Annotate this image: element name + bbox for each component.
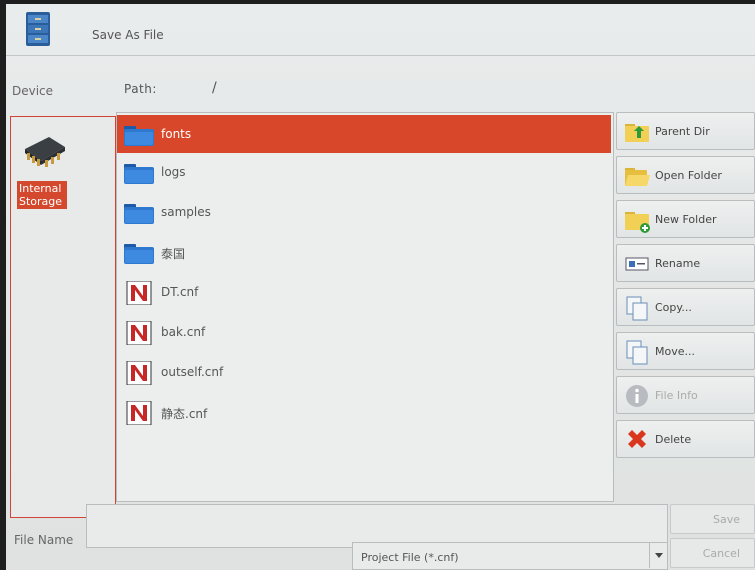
- file-row-dt-cnf[interactable]: DT.cnf: [117, 273, 611, 311]
- move-button[interactable]: Move...: [616, 332, 755, 370]
- new-folder-button[interactable]: New Folder: [616, 200, 755, 238]
- button-label: New Folder: [655, 213, 717, 226]
- cnf-file-icon: [126, 321, 152, 345]
- device-label: Device: [12, 84, 54, 98]
- file-type-select[interactable]: Project File (*.cnf): [352, 542, 668, 570]
- device-panel: Internal Storage: [10, 116, 116, 518]
- move-icon: [626, 340, 648, 365]
- open-folder-button[interactable]: Open Folder: [616, 156, 755, 194]
- path-value: /: [212, 80, 217, 96]
- folder-icon: [124, 244, 154, 264]
- dialog-title: Save As File: [92, 28, 164, 42]
- copy-icon: [626, 296, 648, 321]
- rename-icon: [625, 257, 649, 271]
- file-name: outself.cnf: [161, 365, 224, 379]
- file-row-outself-cnf[interactable]: outself.cnf: [117, 353, 611, 391]
- file-row-static-cnf[interactable]: 静态.cnf: [117, 393, 611, 431]
- file-row-fonts[interactable]: fonts: [117, 115, 611, 153]
- folder-icon: [124, 126, 154, 146]
- parent-dir-button[interactable]: Parent Dir: [616, 112, 755, 150]
- path-label: Path:: [124, 82, 157, 96]
- cnf-file-icon: [126, 401, 152, 425]
- button-label: Delete: [655, 433, 692, 446]
- copy-button[interactable]: Copy...: [616, 288, 755, 326]
- button-label: Parent Dir: [655, 125, 710, 138]
- device-item-label: Internal Storage: [17, 181, 67, 209]
- folder-icon: [124, 164, 154, 184]
- cabinet-icon: [26, 12, 50, 46]
- cnf-file-icon: [126, 281, 152, 305]
- file-name: logs: [161, 165, 186, 179]
- folder-icon: [124, 204, 154, 224]
- cancel-label: Cancel: [702, 547, 740, 560]
- file-row-samples[interactable]: samples: [117, 193, 611, 231]
- file-row-logs[interactable]: logs: [117, 153, 611, 191]
- delete-button[interactable]: Delete: [616, 420, 755, 458]
- chevron-down-icon[interactable]: [649, 543, 667, 568]
- cancel-button[interactable]: Cancel: [670, 538, 755, 568]
- file-name: fonts: [161, 127, 192, 141]
- save-as-dialog: Save As File Device Path: / Internal Sto…: [6, 4, 755, 570]
- file-row-bak-cnf[interactable]: bak.cnf: [117, 313, 611, 351]
- file-name: bak.cnf: [161, 325, 206, 339]
- file-name: samples: [161, 205, 211, 219]
- info-icon: [626, 385, 648, 407]
- parent-dir-icon: [625, 124, 649, 142]
- file-info-button[interactable]: File Info: [616, 376, 755, 414]
- save-button[interactable]: Save: [670, 504, 755, 534]
- file-name: 静态.cnf: [161, 407, 208, 421]
- file-row-thailand[interactable]: 泰国: [117, 233, 611, 271]
- button-label: File Info: [655, 389, 698, 402]
- new-folder-icon: [625, 212, 650, 233]
- open-folder-icon: [625, 168, 650, 186]
- rename-button[interactable]: Rename: [616, 244, 755, 282]
- save-label: Save: [712, 513, 740, 526]
- title-bar: Save As File: [6, 4, 755, 56]
- button-label: Copy...: [655, 301, 692, 314]
- cnf-file-icon: [126, 361, 152, 385]
- button-label: Rename: [655, 257, 701, 270]
- path-bar: Device Path: /: [6, 70, 755, 106]
- delete-icon: [628, 430, 646, 448]
- chip-icon: [25, 137, 65, 167]
- file-name: 泰国: [161, 247, 186, 261]
- file-list[interactable]: fonts logs samples 泰国 DT.cnf bak.cnf out…: [116, 112, 614, 502]
- file-type-value: Project File (*.cnf): [361, 551, 459, 564]
- file-name-label: File Name: [14, 533, 74, 547]
- button-label: Move...: [655, 345, 695, 358]
- file-name: DT.cnf: [161, 285, 199, 299]
- button-label: Open Folder: [655, 169, 722, 182]
